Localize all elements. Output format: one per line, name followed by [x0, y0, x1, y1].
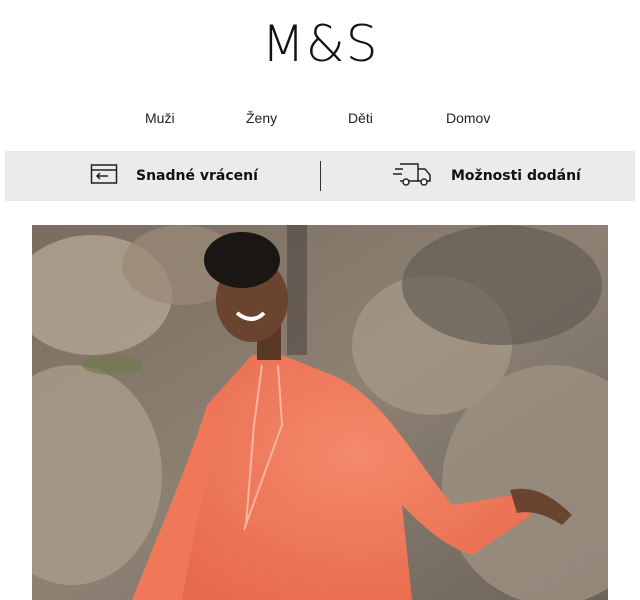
delivery-options-link[interactable]: Možnosti dodání: [393, 151, 581, 201]
service-divider: [320, 161, 321, 191]
main-nav: Muži Ženy Děti Domov: [0, 108, 640, 130]
return-box-icon: [90, 162, 118, 191]
nav-item-women[interactable]: Ženy: [246, 108, 277, 128]
easy-returns-label: Snadné vrácení: [136, 168, 258, 184]
nav-item-men[interactable]: Muži: [145, 108, 175, 128]
easy-returns-link[interactable]: Snadné vrácení: [90, 151, 258, 201]
brand-logo[interactable]: M&S: [0, 14, 640, 74]
hero-photo-illustration: [32, 225, 608, 600]
nav-item-kids[interactable]: Děti: [348, 108, 373, 128]
hero-image[interactable]: [32, 225, 608, 600]
nav-item-home[interactable]: Domov: [446, 108, 490, 128]
service-bar: Snadné vrácení Možnosti dodání: [5, 151, 635, 201]
delivery-truck-icon: [393, 160, 433, 193]
delivery-options-label: Možnosti dodání: [451, 168, 581, 184]
